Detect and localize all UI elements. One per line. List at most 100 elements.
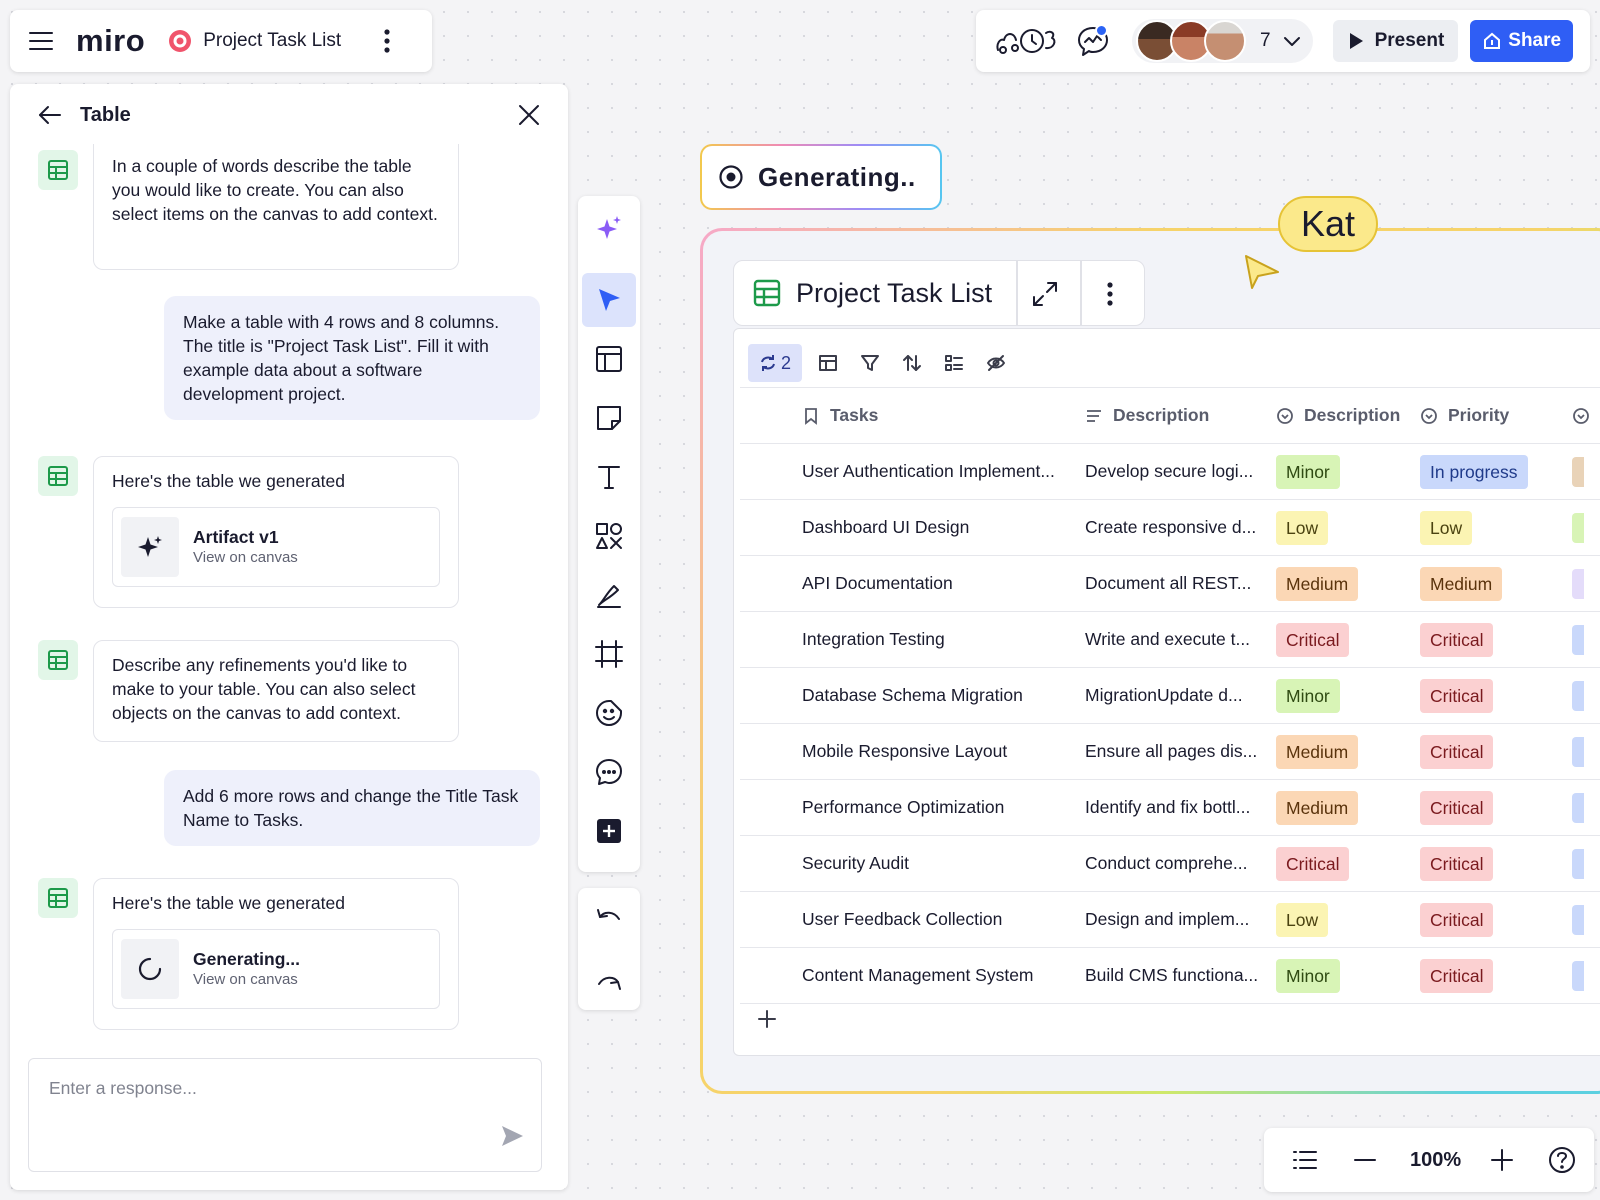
table-row[interactable]: Database Schema Migration MigrationUpdat…: [740, 668, 1600, 724]
generating-indicator[interactable]: Generating..: [700, 144, 942, 210]
overflow-cell[interactable]: [1572, 444, 1600, 499]
overflow-cell[interactable]: [1572, 556, 1600, 611]
version-button[interactable]: 2: [748, 344, 802, 382]
more-tools-icon[interactable]: [582, 804, 636, 858]
status-cell[interactable]: Critical: [1276, 836, 1416, 891]
emoji-sticker-icon[interactable]: [582, 686, 636, 740]
description-cell[interactable]: Conduct comprehe...: [1085, 836, 1275, 891]
avatar[interactable]: [1204, 20, 1246, 62]
ai-sparkle-icon[interactable]: [582, 201, 636, 255]
board-title[interactable]: Project Task List: [203, 30, 341, 52]
board-menu-icon[interactable]: [375, 26, 399, 56]
miro-logo[interactable]: miro: [76, 23, 145, 59]
sticky-note-icon[interactable]: [582, 391, 636, 445]
group-icon[interactable]: [934, 343, 974, 383]
zoom-out-icon[interactable]: [1350, 1145, 1380, 1175]
overflow-cell[interactable]: [1572, 948, 1600, 1003]
status-cell[interactable]: Critical: [1276, 612, 1416, 667]
select-cursor-icon[interactable]: [582, 273, 636, 327]
view-on-canvas-link[interactable]: View on canvas: [193, 970, 300, 990]
priority-cell[interactable]: Critical: [1420, 668, 1570, 723]
present-button[interactable]: Present: [1332, 20, 1459, 62]
overflow-cell[interactable]: [1572, 612, 1600, 667]
table-title[interactable]: Project Task List: [796, 278, 992, 309]
send-icon[interactable]: [499, 1123, 525, 1149]
task-cell[interactable]: Content Management System: [802, 948, 1082, 1003]
task-cell[interactable]: Integration Testing: [802, 612, 1082, 667]
description-cell[interactable]: Write and execute t...: [1085, 612, 1275, 667]
column-header-status[interactable]: Description: [1276, 388, 1416, 443]
hide-fields-icon[interactable]: [976, 343, 1016, 383]
status-cell[interactable]: Low: [1276, 500, 1416, 555]
description-cell[interactable]: Ensure all pages dis...: [1085, 724, 1275, 779]
table-menu-icon[interactable]: [1096, 279, 1124, 309]
response-input[interactable]: [47, 1077, 491, 1100]
templates-icon[interactable]: [582, 332, 636, 386]
priority-cell[interactable]: Critical: [1420, 780, 1570, 835]
status-cell[interactable]: Minor: [1276, 668, 1416, 723]
overflow-cell[interactable]: [1572, 836, 1600, 891]
table-row[interactable]: Content Management System Build CMS funct…: [740, 948, 1600, 1004]
overflow-cell[interactable]: [1572, 668, 1600, 723]
status-cell[interactable]: Minor: [1276, 948, 1416, 1003]
column-header-tasks[interactable]: Tasks: [802, 388, 1082, 443]
overflow-cell[interactable]: [1572, 780, 1600, 835]
task-cell[interactable]: Database Schema Migration: [802, 668, 1082, 723]
text-icon[interactable]: [582, 450, 636, 504]
status-cell[interactable]: Medium: [1276, 556, 1416, 611]
table-row[interactable]: Mobile Responsive Layout Ensure all pages…: [740, 724, 1600, 780]
comment-icon[interactable]: [582, 745, 636, 799]
overflow-cell[interactable]: [1572, 892, 1600, 947]
frame-icon[interactable]: [582, 627, 636, 681]
priority-cell[interactable]: In progress: [1420, 444, 1570, 499]
status-cell[interactable]: Low: [1276, 892, 1416, 947]
table-row[interactable]: Integration Testing Write and execute t..…: [740, 612, 1600, 668]
overflow-cell[interactable]: [1572, 724, 1600, 779]
status-cell[interactable]: Minor: [1276, 444, 1416, 499]
task-cell[interactable]: User Authentication Implement...: [802, 444, 1082, 499]
zoom-in-icon[interactable]: [1487, 1145, 1517, 1175]
priority-cell[interactable]: Critical: [1420, 948, 1570, 1003]
add-row-icon[interactable]: [752, 1004, 782, 1034]
table-row[interactable]: API Documentation Document all REST... Med…: [740, 556, 1600, 612]
task-cell[interactable]: API Documentation: [802, 556, 1082, 611]
layout-icon[interactable]: [808, 343, 848, 383]
table-row[interactable]: Performance Optimization Identify and fix…: [740, 780, 1600, 836]
list-view-icon[interactable]: [1290, 1145, 1320, 1175]
help-icon[interactable]: [1547, 1145, 1577, 1175]
status-cell[interactable]: Medium: [1276, 724, 1416, 779]
task-cell[interactable]: Dashboard UI Design: [802, 500, 1082, 555]
description-cell[interactable]: MigrationUpdate d...: [1085, 668, 1275, 723]
description-cell[interactable]: Identify and fix bottl...: [1085, 780, 1275, 835]
pen-icon[interactable]: [582, 568, 636, 622]
priority-cell[interactable]: Critical: [1420, 612, 1570, 667]
overflow-cell[interactable]: [1572, 500, 1600, 555]
undo-icon[interactable]: [582, 893, 636, 947]
task-cell[interactable]: User Feedback Collection: [802, 892, 1082, 947]
artifact-card[interactable]: Artifact v1 View on canvas: [112, 507, 440, 587]
collaborators-list[interactable]: 7: [1132, 19, 1313, 63]
column-header-description[interactable]: Description: [1085, 388, 1275, 443]
column-header-more[interactable]: [1572, 388, 1600, 443]
description-cell[interactable]: Develop secure logi...: [1085, 444, 1275, 499]
activity-chat-icon[interactable]: [1076, 24, 1110, 58]
description-cell[interactable]: Document all REST...: [1085, 556, 1275, 611]
table-row[interactable]: Security Audit Conduct comprehe... Critica…: [740, 836, 1600, 892]
priority-cell[interactable]: Critical: [1420, 724, 1570, 779]
priority-cell[interactable]: Critical: [1420, 836, 1570, 891]
table-row[interactable]: User Feedback Collection Design and imple…: [740, 892, 1600, 948]
task-cell[interactable]: Performance Optimization: [802, 780, 1082, 835]
task-cell[interactable]: Security Audit: [802, 836, 1082, 891]
priority-cell[interactable]: Critical: [1420, 892, 1570, 947]
task-cell[interactable]: Mobile Responsive Layout: [802, 724, 1082, 779]
back-arrow-icon[interactable]: [36, 101, 64, 129]
artifact-card[interactable]: Generating... View on canvas: [112, 929, 440, 1009]
close-icon[interactable]: [516, 102, 542, 128]
redo-icon[interactable]: [582, 952, 636, 1006]
priority-cell[interactable]: Medium: [1420, 556, 1570, 611]
view-on-canvas-link[interactable]: View on canvas: [193, 548, 298, 568]
description-cell[interactable]: Design and implem...: [1085, 892, 1275, 947]
shapes-icon[interactable]: [582, 509, 636, 563]
table-row[interactable]: Dashboard UI Design Create responsive d..…: [740, 500, 1600, 556]
sort-icon[interactable]: [892, 343, 932, 383]
